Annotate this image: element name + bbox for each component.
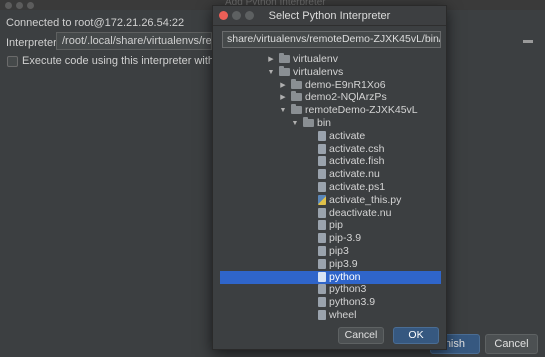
collapse-arrow-icon[interactable]: ▼ bbox=[267, 67, 275, 78]
execute-as-root-checkbox[interactable] bbox=[7, 56, 18, 67]
tree-file-row[interactable]: activate bbox=[220, 130, 441, 143]
close-window-icon[interactable] bbox=[5, 2, 12, 9]
executable-file-icon bbox=[318, 207, 326, 218]
tree-file-row[interactable]: activate.nu bbox=[220, 168, 441, 181]
executable-file-icon bbox=[318, 310, 326, 320]
minimize-window-icon[interactable] bbox=[16, 2, 23, 9]
executable-file-icon bbox=[318, 169, 326, 180]
interpreter-label: Interpreter: bbox=[6, 37, 60, 49]
executable-file-icon bbox=[318, 143, 326, 154]
executable-file-icon bbox=[318, 233, 326, 244]
file-tree[interactable]: ▶ virtualenv ▼ virtualenvs ▶ demo-E9nR1Xo6 ▶ de… bbox=[220, 52, 441, 324]
tree-file-row[interactable]: wheel bbox=[220, 309, 441, 322]
executable-file-icon bbox=[318, 182, 326, 192]
tree-item-label: python3 bbox=[329, 283, 367, 296]
interpreter-path-field[interactable]: /root/.local/share/virtualenvs/remoteD bbox=[56, 32, 212, 50]
tree-item-label: activate.fish bbox=[329, 155, 385, 168]
folder-icon bbox=[279, 65, 290, 76]
cancel-button[interactable]: Cancel bbox=[338, 327, 384, 344]
tree-file-row[interactable]: pip bbox=[220, 219, 441, 232]
dialog-title: Select Python Interpreter bbox=[268, 10, 391, 22]
dialog-titlebar: Select Python Interpreter bbox=[213, 6, 446, 26]
expand-arrow-icon[interactable]: ▶ bbox=[279, 80, 287, 91]
tree-item-label: remoteDemo-ZJXK45vL bbox=[305, 104, 418, 117]
executable-file-icon bbox=[318, 258, 326, 269]
tree-file-row[interactable]: pip3 bbox=[220, 245, 441, 258]
folder-browse-icon[interactable]: ▬ bbox=[518, 33, 538, 49]
tree-item-label: pip bbox=[329, 219, 344, 232]
tree-item-label: activate.nu bbox=[329, 168, 380, 181]
collapse-arrow-icon[interactable]: ▼ bbox=[291, 118, 299, 129]
tree-folder-row[interactable]: ▶ virtualenv bbox=[220, 53, 441, 66]
tree-file-row[interactable]: activate.csh bbox=[220, 143, 441, 156]
executable-file-icon bbox=[318, 271, 326, 282]
tree-item-label: virtualenvs bbox=[293, 65, 344, 78]
tree-file-row[interactable]: python bbox=[220, 270, 441, 284]
select-interpreter-dialog: Select Python Interpreter share/virtuale… bbox=[212, 5, 447, 350]
ok-button[interactable]: OK bbox=[393, 327, 439, 344]
tree-item-label: pip-3.9 bbox=[329, 232, 362, 245]
tree-file-row[interactable]: activate.fish bbox=[220, 155, 441, 168]
executable-file-icon bbox=[318, 297, 326, 308]
tree-item-label: pip3.9 bbox=[329, 257, 358, 270]
tree-item-label: wheel bbox=[329, 309, 357, 321]
background-cancel-button[interactable]: Cancel bbox=[485, 334, 538, 354]
tree-folder-row[interactable]: ▼ bin bbox=[220, 117, 441, 130]
python-file-icon bbox=[318, 194, 326, 205]
tree-file-row[interactable]: activate_this.py bbox=[220, 194, 441, 207]
folder-icon bbox=[291, 91, 302, 102]
tree-item-label: deactivate.nu bbox=[329, 206, 392, 219]
executable-file-icon bbox=[318, 130, 326, 141]
tree-item-label: demo-E9nR1Xo6 bbox=[305, 78, 386, 91]
tree-folder-row[interactable]: ▼ remoteDemo-ZJXK45vL bbox=[220, 104, 441, 117]
connection-status-text: Connected to root@172.21.26.54:22 bbox=[6, 17, 185, 29]
folder-icon bbox=[303, 117, 314, 127]
tree-item-label: demo2-NQlArzPs bbox=[305, 91, 387, 104]
tree-folder-row[interactable]: ▶ demo2-NQlArzPs bbox=[220, 91, 441, 104]
executable-file-icon bbox=[318, 156, 326, 167]
tree-file-row[interactable]: deactivate.nu bbox=[220, 207, 441, 220]
tree-file-row[interactable]: python3 bbox=[220, 283, 441, 296]
tree-item-label: bin bbox=[317, 117, 332, 129]
tree-item-label: pip3 bbox=[329, 245, 349, 257]
tree-item-label: activate_this.py bbox=[329, 193, 402, 206]
executable-file-icon bbox=[318, 284, 326, 295]
tree-file-row[interactable]: pip3.9 bbox=[220, 258, 441, 271]
tree-item-label: python3.9 bbox=[329, 296, 376, 309]
tree-item-label: activate bbox=[329, 129, 366, 142]
expand-arrow-icon[interactable]: ▶ bbox=[279, 92, 287, 103]
folder-icon bbox=[279, 53, 290, 63]
tree-file-row[interactable]: pip-3.9 bbox=[220, 232, 441, 245]
path-input[interactable]: share/virtualenvs/remoteDemo-ZJXK45vL/bi… bbox=[222, 31, 441, 48]
executable-file-icon bbox=[318, 220, 326, 231]
tree-item-label: python bbox=[329, 270, 361, 283]
tree-item-label: virtualenv bbox=[293, 53, 338, 65]
folder-icon bbox=[291, 78, 302, 89]
folder-icon bbox=[291, 104, 302, 115]
tree-file-row[interactable]: activate.ps1 bbox=[220, 181, 441, 194]
collapse-arrow-icon[interactable]: ▼ bbox=[279, 105, 287, 116]
tree-folder-row[interactable]: ▶ demo-E9nR1Xo6 bbox=[220, 78, 441, 92]
tree-item-label: activate.ps1 bbox=[329, 181, 386, 193]
execute-as-root-label: Execute code using this interpreter with… bbox=[22, 55, 212, 67]
tree-folder-row[interactable]: ▼ virtualenvs bbox=[220, 65, 441, 79]
expand-arrow-icon[interactable]: ▶ bbox=[267, 54, 275, 65]
tree-item-label: activate.csh bbox=[329, 142, 385, 155]
executable-file-icon bbox=[318, 246, 326, 256]
tree-file-row[interactable]: python3.9 bbox=[220, 296, 441, 309]
maximize-window-icon[interactable] bbox=[27, 2, 34, 9]
